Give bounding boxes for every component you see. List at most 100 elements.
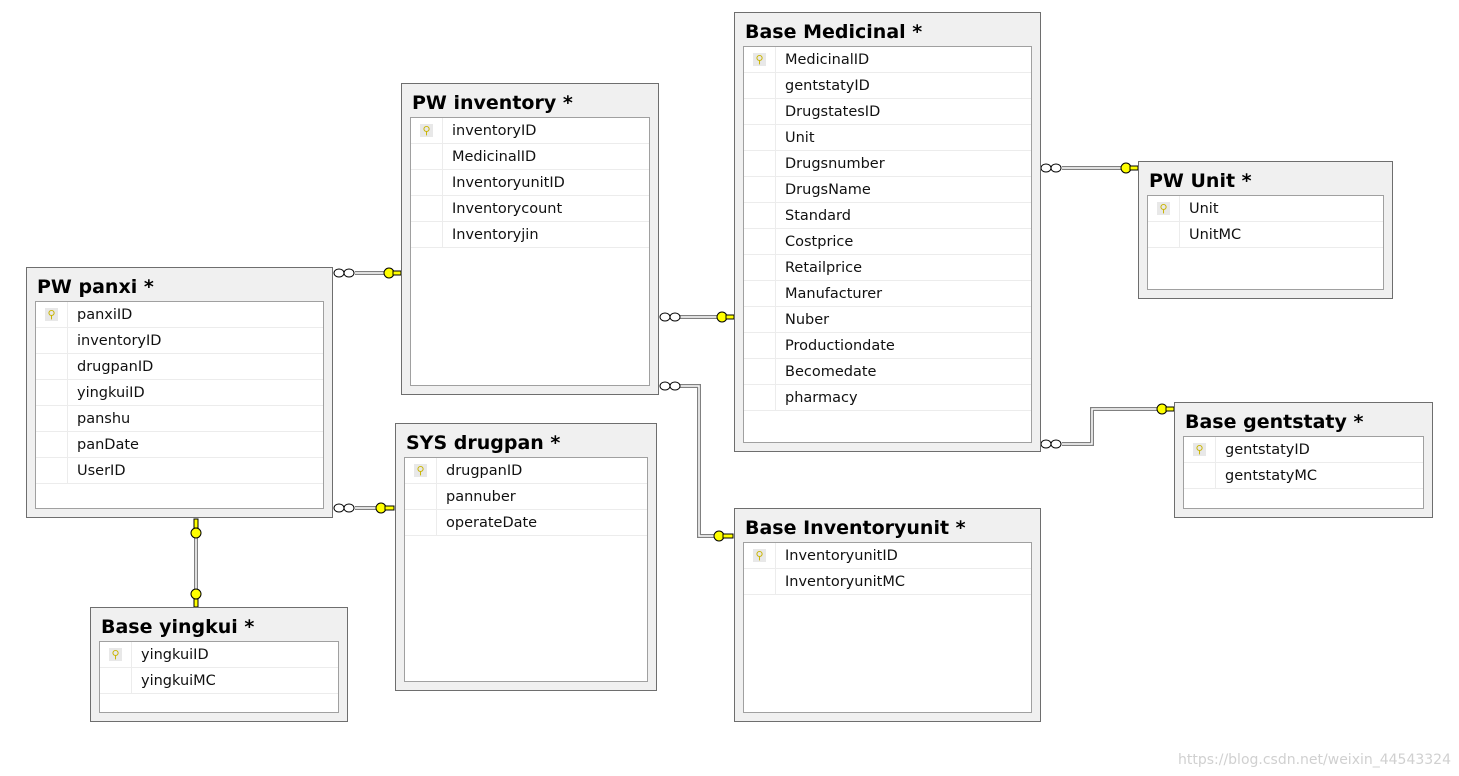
table-title[interactable]: Base gentstaty * bbox=[1185, 411, 1363, 433]
table-title[interactable]: Base yingkui * bbox=[101, 616, 254, 638]
column-name: panxiID bbox=[77, 306, 133, 323]
watermark: https://blog.csdn.net/weixin_44543324 bbox=[1177, 752, 1451, 768]
table-title[interactable]: PW inventory * bbox=[412, 92, 573, 114]
column-name: gentstatyID bbox=[785, 77, 870, 94]
column-name: MedicinalID bbox=[785, 51, 870, 68]
table-base-inventoryunit[interactable]: Base Inventoryunit * ⚲ InventoryunitID Inve… bbox=[734, 508, 1041, 722]
column-row[interactable]: UserID bbox=[36, 458, 323, 484]
column-name: Nuber bbox=[785, 311, 830, 328]
table-base-medicinal[interactable]: Base Medicinal * ⚲ MedicinalID gentstatyID D… bbox=[734, 12, 1041, 452]
column-row[interactable]: DrugstatesID bbox=[744, 99, 1031, 125]
column-name: pharmacy bbox=[785, 389, 858, 406]
column-row[interactable]: Becomedate bbox=[744, 359, 1031, 385]
column-name: Productiondate bbox=[785, 337, 895, 354]
column-name: Inventorycount bbox=[452, 200, 563, 217]
key-icon: ⚲ bbox=[1157, 202, 1170, 215]
column-row[interactable]: Productiondate bbox=[744, 333, 1031, 359]
column-row[interactable]: InventoryunitID bbox=[411, 170, 649, 196]
table-base-yingkui[interactable]: Base yingkui * ⚲ yingkuiID yingkuiMC bbox=[90, 607, 348, 722]
column-row[interactable]: ⚲ panxiID bbox=[36, 302, 323, 328]
column-row[interactable]: ⚲ yingkuiID bbox=[100, 642, 338, 668]
key-icon: ⚲ bbox=[109, 648, 122, 661]
column-name: gentstatyMC bbox=[1225, 467, 1318, 484]
column-name: Unit bbox=[785, 129, 815, 146]
table-title[interactable]: SYS drugpan * bbox=[406, 432, 560, 454]
column-name: DrugstatesID bbox=[785, 103, 881, 120]
column-name: Retailprice bbox=[785, 259, 863, 276]
column-grid: ⚲ yingkuiID yingkuiMC bbox=[99, 641, 339, 713]
column-row[interactable]: gentstatyID bbox=[744, 73, 1031, 99]
column-row[interactable]: DrugsName bbox=[744, 177, 1031, 203]
table-title[interactable]: PW Unit * bbox=[1149, 170, 1252, 192]
column-grid: ⚲ drugpanID pannuber operateDate bbox=[404, 457, 648, 682]
column-row[interactable]: Unit bbox=[744, 125, 1031, 151]
column-name: yingkuiID bbox=[77, 384, 145, 401]
column-name: drugpanID bbox=[446, 462, 523, 479]
column-name: pannuber bbox=[446, 488, 516, 505]
key-icon: ⚲ bbox=[753, 549, 766, 562]
column-row[interactable]: ⚲ inventoryID bbox=[411, 118, 649, 144]
column-row[interactable]: Manufacturer bbox=[744, 281, 1031, 307]
column-name: panDate bbox=[77, 436, 139, 453]
column-row[interactable]: ⚲ InventoryunitID bbox=[744, 543, 1031, 569]
table-pw-panxi[interactable]: PW panxi * ⚲ panxiID inventoryID drugpanID yi… bbox=[26, 267, 333, 518]
column-row[interactable]: ⚲ MedicinalID bbox=[744, 47, 1031, 73]
column-row[interactable]: pannuber bbox=[405, 484, 647, 510]
column-row[interactable]: yingkuiMC bbox=[100, 668, 338, 694]
column-row[interactable]: Inventoryjin bbox=[411, 222, 649, 248]
column-row[interactable]: gentstatyMC bbox=[1184, 463, 1423, 489]
column-grid: ⚲ InventoryunitID InventoryunitMC bbox=[743, 542, 1032, 713]
column-name: inventoryID bbox=[77, 332, 162, 349]
column-row[interactable]: Costprice bbox=[744, 229, 1031, 255]
column-name: operateDate bbox=[446, 514, 538, 531]
column-row[interactable]: Standard bbox=[744, 203, 1031, 229]
column-row[interactable]: ⚲ drugpanID bbox=[405, 458, 647, 484]
column-row[interactable]: UnitMC bbox=[1148, 222, 1383, 248]
rel-medicinal-gentstaty bbox=[1062, 407, 1158, 446]
column-name: yingkuiMC bbox=[141, 672, 216, 689]
column-name: UserID bbox=[77, 462, 126, 479]
column-row[interactable]: operateDate bbox=[405, 510, 647, 536]
column-row[interactable]: ⚲ Unit bbox=[1148, 196, 1383, 222]
column-name: DrugsName bbox=[785, 181, 871, 198]
column-name: inventoryID bbox=[452, 122, 537, 139]
table-base-gentstaty[interactable]: Base gentstaty * ⚲ gentstatyID gentstatyMC bbox=[1174, 402, 1433, 518]
table-pw-inventory[interactable]: PW inventory * ⚲ inventoryID MedicinalID Inv… bbox=[401, 83, 659, 395]
column-row[interactable]: InventoryunitMC bbox=[744, 569, 1031, 595]
column-row[interactable]: panDate bbox=[36, 432, 323, 458]
table-pw-unit[interactable]: PW Unit * ⚲ Unit UnitMC bbox=[1138, 161, 1393, 299]
column-grid: ⚲ inventoryID MedicinalID InventoryunitID In… bbox=[410, 117, 650, 386]
column-name: Becomedate bbox=[785, 363, 877, 380]
column-row[interactable]: Drugsnumber bbox=[744, 151, 1031, 177]
table-title[interactable]: PW panxi * bbox=[37, 276, 154, 298]
column-row[interactable]: yingkuiID bbox=[36, 380, 323, 406]
column-row[interactable]: panshu bbox=[36, 406, 323, 432]
column-grid: ⚲ MedicinalID gentstatyID DrugstatesID Unit D… bbox=[743, 46, 1032, 443]
column-name: panshu bbox=[77, 410, 131, 427]
rel-inventory-inventoryunit bbox=[680, 384, 714, 538]
column-name: MedicinalID bbox=[452, 148, 537, 165]
column-row[interactable]: ⚲ gentstatyID bbox=[1184, 437, 1423, 463]
column-name: InventoryunitID bbox=[785, 547, 898, 564]
column-row[interactable]: pharmacy bbox=[744, 385, 1031, 411]
table-title[interactable]: Base Medicinal * bbox=[745, 21, 922, 43]
column-name: Standard bbox=[785, 207, 851, 224]
column-name: drugpanID bbox=[77, 358, 154, 375]
column-row[interactable]: drugpanID bbox=[36, 354, 323, 380]
column-row[interactable]: Inventorycount bbox=[411, 196, 649, 222]
key-icon: ⚲ bbox=[45, 308, 58, 321]
column-row[interactable]: Nuber bbox=[744, 307, 1031, 333]
column-row[interactable]: MedicinalID bbox=[411, 144, 649, 170]
column-row[interactable]: Retailprice bbox=[744, 255, 1031, 281]
column-name: Unit bbox=[1189, 200, 1219, 217]
column-name: Drugsnumber bbox=[785, 155, 885, 172]
key-icon: ⚲ bbox=[1193, 443, 1206, 456]
column-name: Inventoryjin bbox=[452, 226, 539, 243]
key-icon: ⚲ bbox=[420, 124, 433, 137]
column-name: UnitMC bbox=[1189, 226, 1242, 243]
table-title[interactable]: Base Inventoryunit * bbox=[745, 517, 966, 539]
column-row[interactable]: inventoryID bbox=[36, 328, 323, 354]
key-icon: ⚲ bbox=[753, 53, 766, 66]
column-name: yingkuiID bbox=[141, 646, 209, 663]
table-sys-drugpan[interactable]: SYS drugpan * ⚲ drugpanID pannuber operateDa… bbox=[395, 423, 657, 691]
